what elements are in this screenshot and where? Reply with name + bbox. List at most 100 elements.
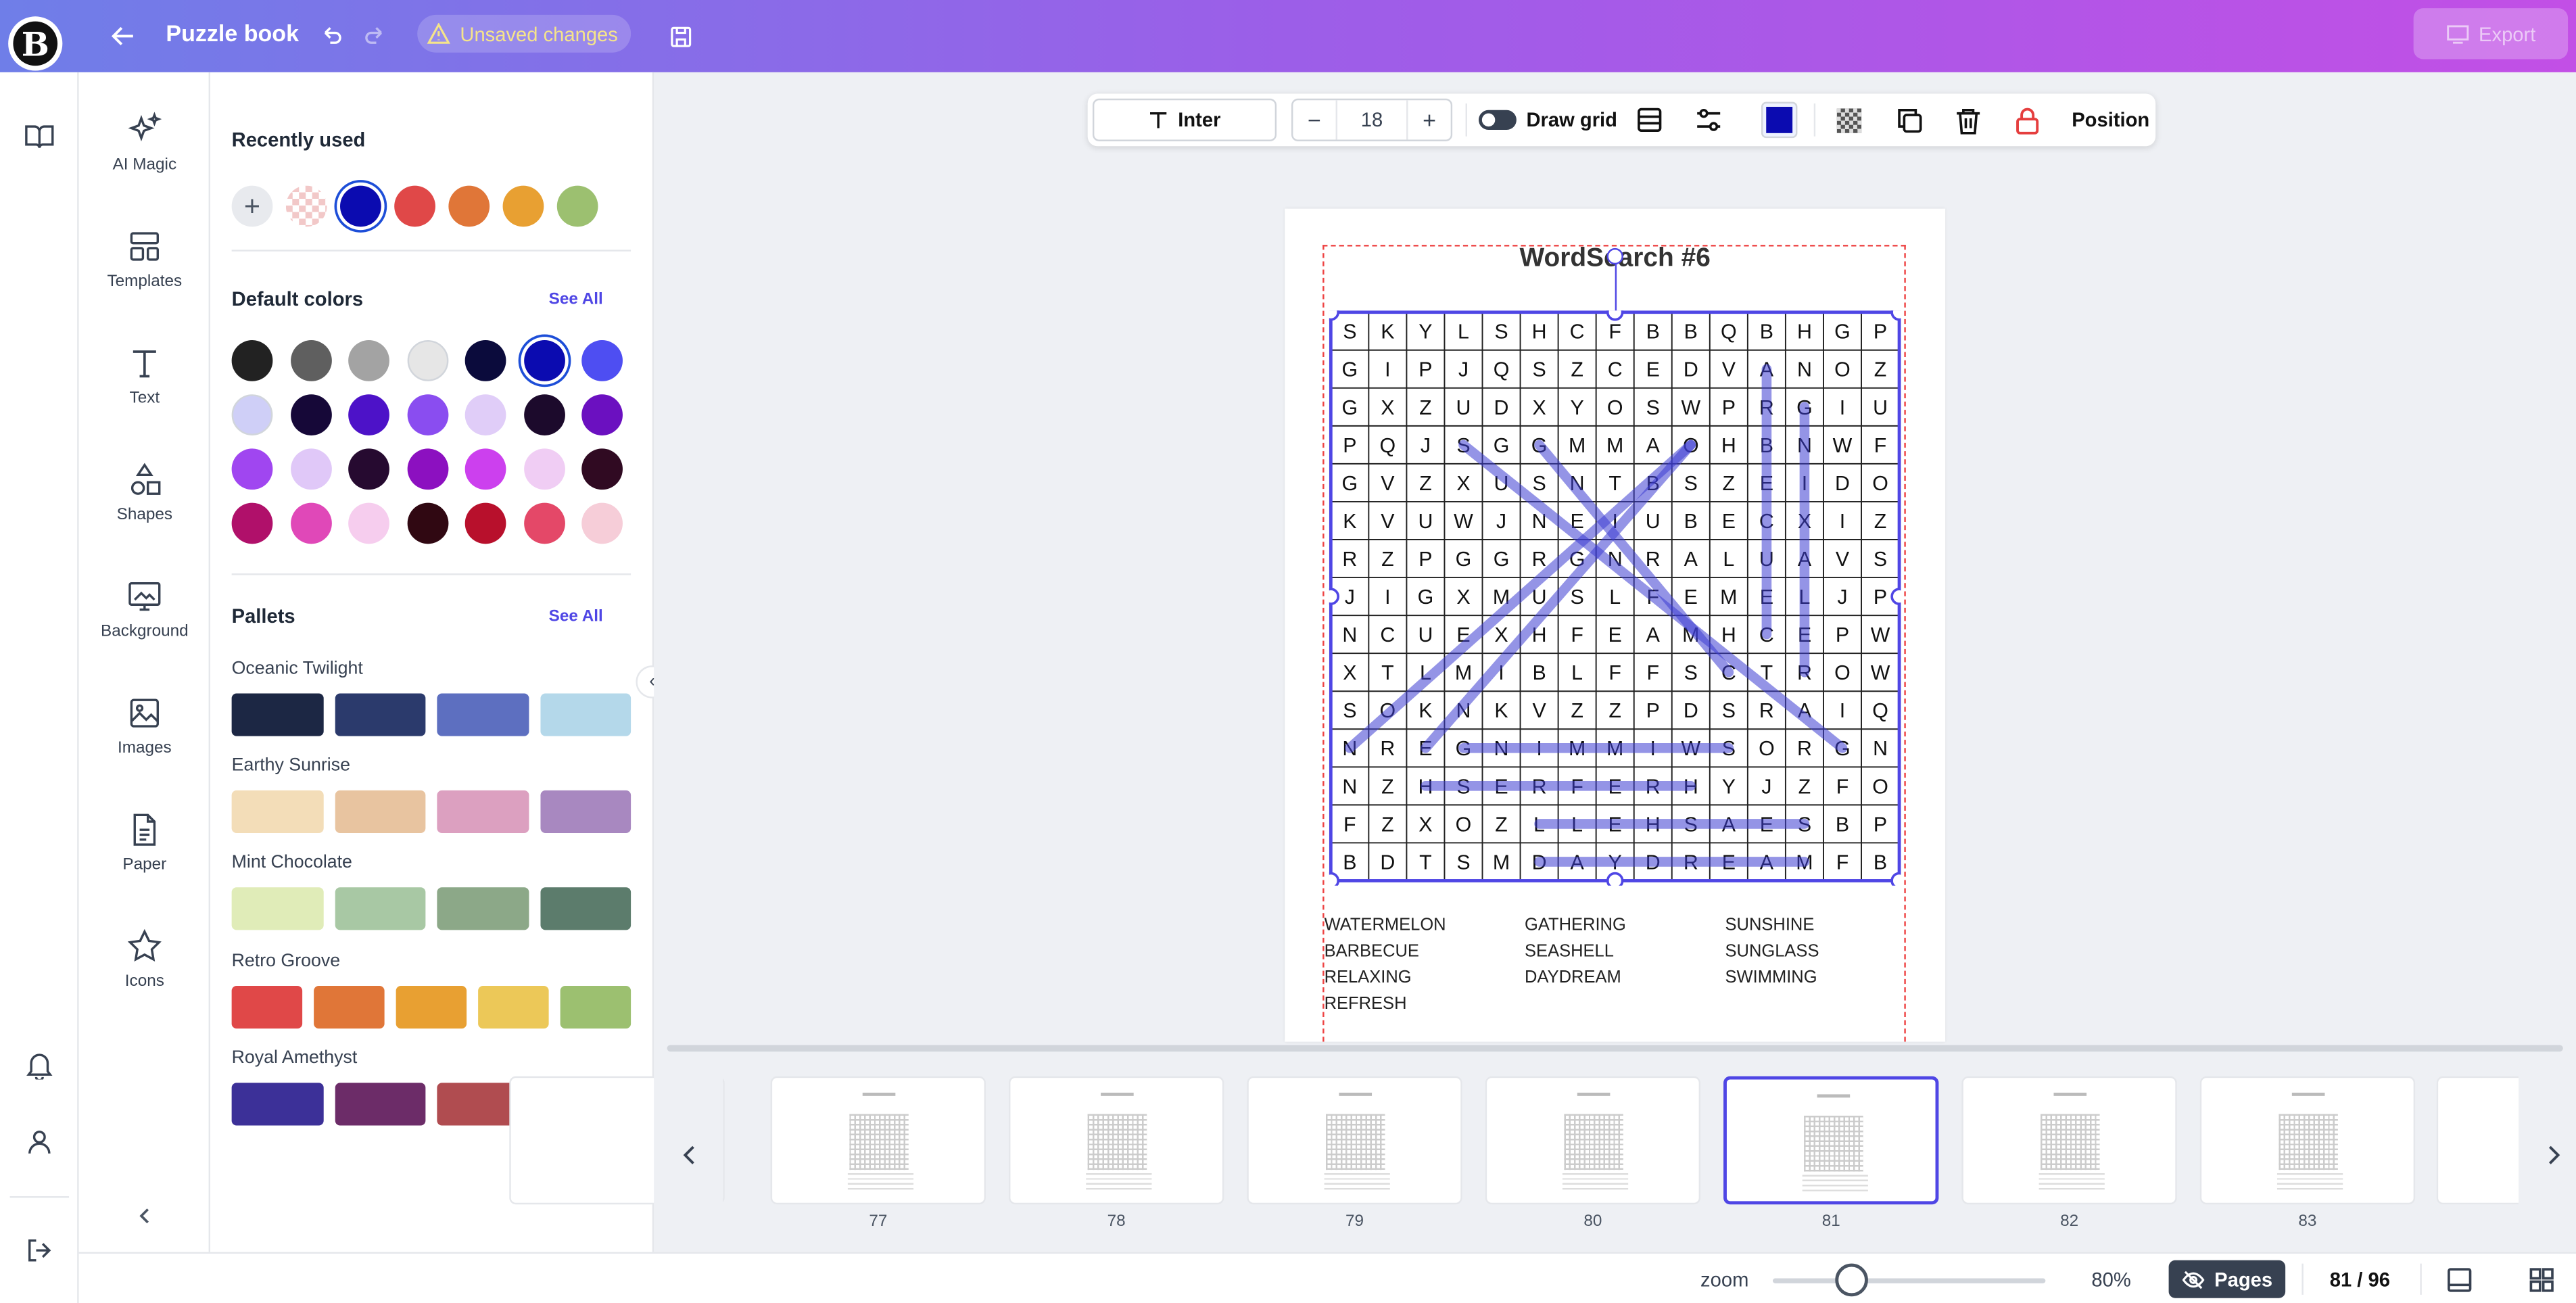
save-icon[interactable]: [662, 18, 698, 54]
pallet-color-swatch[interactable]: [334, 790, 426, 834]
rotate-handle[interactable]: [1606, 247, 1623, 265]
pallet-swatch-row[interactable]: [231, 985, 631, 1028]
default-color-swatch[interactable]: [348, 394, 389, 435]
resize-handle[interactable]: [1890, 310, 1901, 321]
undo-icon[interactable]: [314, 18, 350, 54]
resize-handle[interactable]: [1890, 872, 1901, 886]
pallet-color-swatch[interactable]: [314, 985, 385, 1028]
default-color-swatch[interactable]: [231, 394, 273, 435]
canvas-horizontal-scrollbar[interactable]: [667, 1045, 2563, 1052]
table-layout-icon[interactable]: [1631, 102, 1667, 138]
page-thumbnail[interactable]: [1247, 1076, 1462, 1205]
resize-handle[interactable]: [1329, 872, 1340, 886]
add-color-button[interactable]: +: [231, 185, 273, 227]
tool-text[interactable]: Text: [79, 345, 210, 440]
pallet-swatch-row[interactable]: [231, 790, 631, 834]
book-icon[interactable]: [22, 118, 57, 154]
default-color-swatch[interactable]: [231, 502, 273, 544]
default-color-swatch[interactable]: [289, 340, 331, 381]
default-color-swatch[interactable]: [464, 502, 506, 544]
default-color-swatch[interactable]: [581, 394, 623, 435]
pallet-color-swatch[interactable]: [437, 693, 529, 736]
position-button[interactable]: Position: [2072, 108, 2149, 131]
transparency-icon[interactable]: [1830, 102, 1866, 138]
default-color-swatch[interactable]: [523, 448, 565, 490]
duplicate-icon[interactable]: [1891, 102, 1927, 138]
logout-icon[interactable]: [22, 1233, 57, 1269]
resize-handle[interactable]: [1329, 310, 1340, 321]
default-color-swatch[interactable]: [523, 340, 565, 381]
pallet-color-swatch[interactable]: [540, 790, 631, 834]
default-color-swatch[interactable]: [289, 394, 331, 435]
redo-icon[interactable]: [356, 18, 392, 54]
recent-color-swatch[interactable]: [394, 185, 435, 227]
default-color-swatch[interactable]: [523, 394, 565, 435]
pallet-color-swatch[interactable]: [540, 888, 631, 931]
pages-toggle-button[interactable]: Pages: [2168, 1260, 2286, 1298]
default-color-swatch[interactable]: [464, 340, 506, 381]
pallet-color-swatch[interactable]: [231, 888, 323, 931]
pallet-color-swatch[interactable]: [231, 693, 323, 736]
grid-view-icon[interactable]: [2525, 1264, 2558, 1297]
default-color-swatch[interactable]: [406, 448, 448, 490]
collapse-sidebar-icon[interactable]: [128, 1200, 162, 1233]
page-thumbnail[interactable]: [2199, 1076, 2416, 1205]
tool-paper[interactable]: Paper: [79, 811, 210, 907]
pallet-color-swatch[interactable]: [231, 790, 323, 834]
default-color-swatch[interactable]: [231, 340, 273, 381]
resize-handle[interactable]: [1329, 588, 1340, 605]
default-color-swatch[interactable]: [581, 502, 623, 544]
default-color-swatch[interactable]: [464, 448, 506, 490]
tool-ai-magic[interactable]: AI Magic: [79, 112, 210, 207]
tool-shapes[interactable]: Shapes: [79, 462, 210, 557]
default-color-swatch[interactable]: [581, 340, 623, 381]
recent-color-swatch[interactable]: [340, 185, 381, 227]
app-logo[interactable]: B: [8, 16, 63, 71]
tool-templates[interactable]: Templates: [79, 229, 210, 324]
pallet-color-swatch[interactable]: [334, 693, 426, 736]
resize-handle[interactable]: [1890, 588, 1901, 605]
text-color-picker[interactable]: [1761, 101, 1798, 139]
default-colors-see-all-link[interactable]: See All: [549, 291, 603, 309]
page-thumbnail[interactable]: [770, 1076, 986, 1205]
pallet-swatch-row[interactable]: [231, 693, 631, 736]
page-thumbnail[interactable]: [1485, 1076, 1701, 1205]
pallet-color-swatch[interactable]: [231, 985, 303, 1028]
recent-color-swatch[interactable]: [556, 185, 598, 227]
zoom-slider-handle[interactable]: [1835, 1263, 1868, 1297]
page-thumbnail-partial[interactable]: [2436, 1076, 2519, 1205]
default-color-swatch[interactable]: [348, 340, 389, 381]
pallet-swatch-row[interactable]: [231, 888, 631, 931]
default-color-swatch[interactable]: [406, 394, 448, 435]
resize-handle[interactable]: [1606, 310, 1624, 321]
pallet-color-swatch[interactable]: [437, 888, 529, 931]
font-selector[interactable]: Inter: [1092, 98, 1277, 141]
default-color-swatch[interactable]: [231, 448, 273, 490]
tool-background[interactable]: Background: [79, 578, 210, 673]
default-color-swatch[interactable]: [523, 502, 565, 544]
pallet-color-swatch[interactable]: [478, 985, 549, 1028]
pallets-see-all-link[interactable]: See All: [549, 608, 603, 626]
chevron-left-icon[interactable]: [677, 1142, 703, 1168]
default-color-swatch[interactable]: [289, 502, 331, 544]
recent-color-swatch[interactable]: [448, 185, 490, 227]
font-size-stepper[interactable]: − 18 +: [1291, 98, 1453, 141]
puzzle-page[interactable]: WordSearch #6 SKYLSHCFBBQBHGPGIPJQSZCEDV…: [1285, 208, 1946, 1042]
wordsearch-grid[interactable]: SKYLSHCFBBQBHGPGIPJQSZCEDVANOZGXZUDXYOSW…: [1329, 310, 1901, 886]
default-color-swatch[interactable]: [348, 502, 389, 544]
pallet-color-swatch[interactable]: [334, 888, 426, 931]
pallet-color-swatch[interactable]: [231, 1082, 323, 1126]
pallet-color-swatch[interactable]: [334, 1082, 426, 1126]
pallet-color-swatch[interactable]: [396, 985, 467, 1028]
pallet-color-swatch[interactable]: [437, 790, 529, 834]
resize-handle[interactable]: [1606, 872, 1624, 886]
default-color-swatch[interactable]: [464, 394, 506, 435]
default-color-swatch[interactable]: [348, 448, 389, 490]
single-page-view-icon[interactable]: [2443, 1264, 2476, 1297]
pallet-color-swatch[interactable]: [540, 693, 631, 736]
font-size-value[interactable]: 18: [1335, 100, 1408, 140]
draw-grid-toggle[interactable]: [1479, 110, 1517, 130]
tool-icons[interactable]: Icons: [79, 928, 210, 1024]
pallet-color-swatch[interactable]: [560, 985, 631, 1028]
page-thumbnail[interactable]: [1009, 1076, 1224, 1205]
